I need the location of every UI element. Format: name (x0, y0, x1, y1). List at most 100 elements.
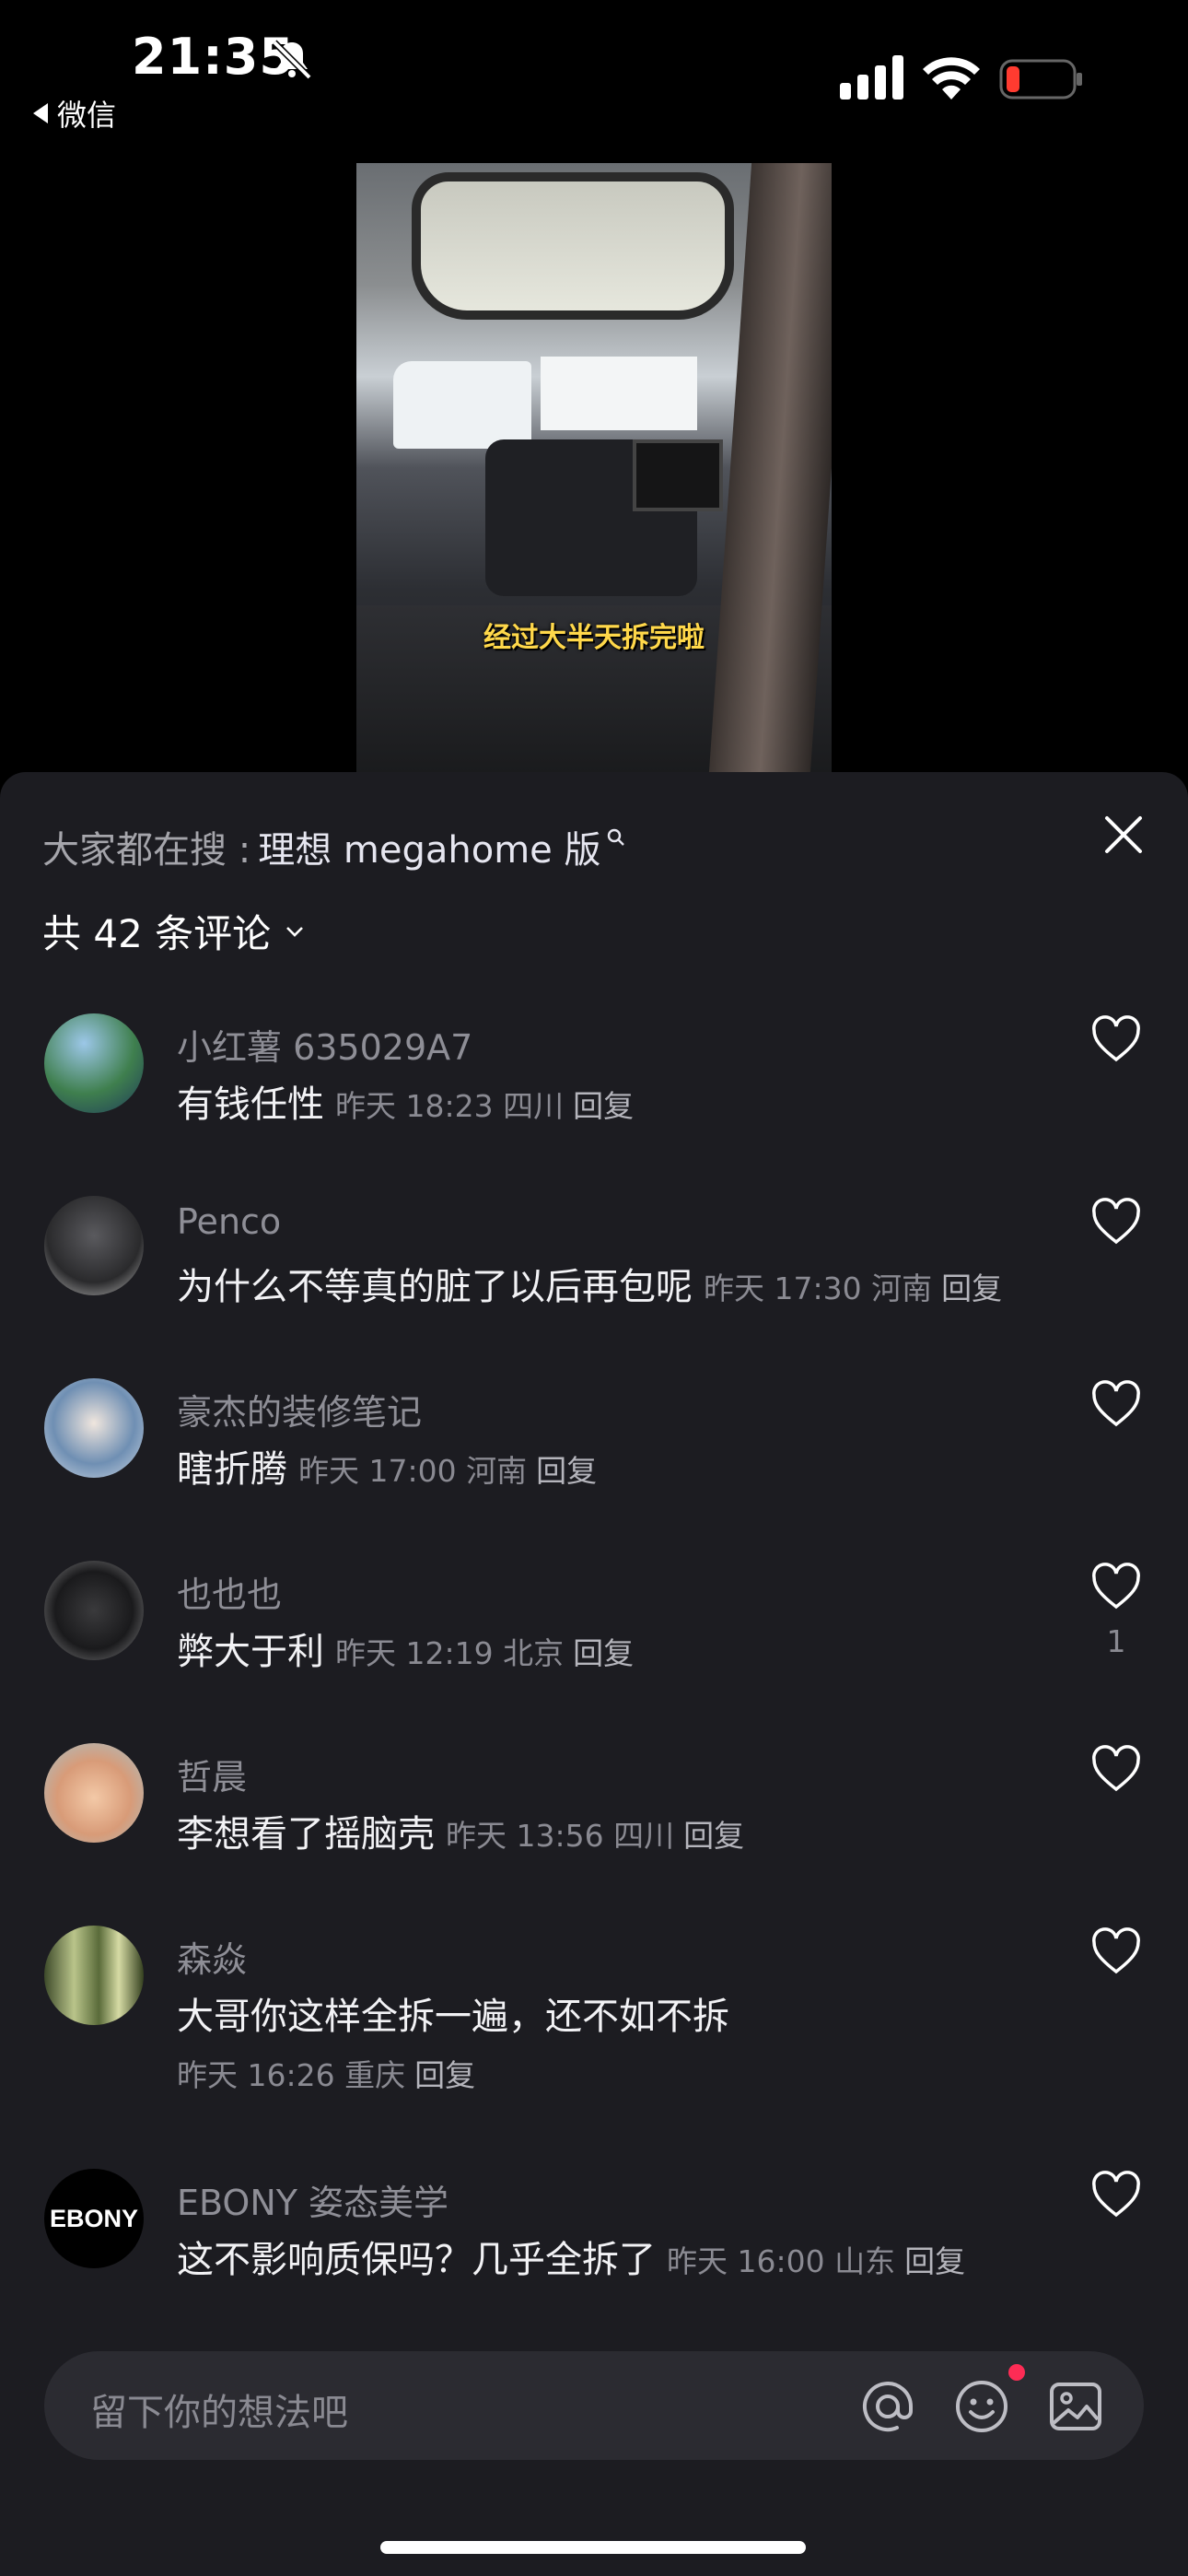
video-frame-detail (393, 361, 531, 449)
wifi-icon (923, 57, 980, 100)
comment-item: EBONY EBONY 姿态美学 这不影响质保吗？几乎全拆了 昨天 16:00 山… (0, 2169, 1188, 2316)
avatar[interactable] (44, 1378, 144, 1478)
back-arrow-icon (33, 103, 48, 123)
trending-search-keyword[interactable]: 理想 megahome 版 (258, 820, 600, 873)
comment-meta: 昨天 12:19 北京 回复 (335, 1635, 634, 1671)
comment-meta: 昨天 16:00 山东 回复 (667, 2243, 965, 2279)
comment-body: 有钱任性 (177, 1083, 324, 1126)
comment-body: 这不影响质保吗？几乎全拆了 (177, 2239, 656, 2281)
reply-button[interactable]: 回复 (904, 2243, 965, 2279)
close-icon[interactable] (1101, 813, 1146, 857)
comment-count: 共 42 条评论 (42, 911, 272, 956)
status-bar: 21:35 微信 (0, 0, 1188, 147)
comment-username[interactable]: Penco (177, 1201, 281, 1242)
comment-text: 弊大于利 昨天 12:19 北京 回复 (177, 1622, 634, 1675)
reply-button[interactable]: 回复 (683, 1818, 744, 1854)
comment-count-sort[interactable]: 共 42 条评论 (42, 903, 306, 959)
heart-icon[interactable] (1090, 1198, 1142, 1246)
comment-time: 昨天 17:00 (298, 1453, 457, 1489)
comment-time: 昨天 16:26 (177, 2057, 335, 2093)
comment-text: 为什么不等真的脏了以后再包呢 昨天 17:30 河南 回复 (177, 1257, 1002, 1310)
bell-slash-icon (272, 40, 312, 80)
battery-low-icon (999, 59, 1082, 100)
comment-time: 昨天 16:00 (667, 2243, 825, 2279)
comment-input-placeholder: 留下你的想法吧 (90, 2392, 348, 2434)
comment-time: 昨天 12:19 (335, 1635, 494, 1671)
comment-item: 也也也 弊大于利 昨天 12:19 北京 回复 1 (0, 1561, 1188, 1708)
emoji-icon[interactable] (954, 2379, 1009, 2434)
comment-region: 北京 (503, 1635, 565, 1671)
heart-icon[interactable] (1090, 1015, 1142, 1063)
reply-button[interactable]: 回复 (573, 1088, 634, 1124)
image-icon[interactable] (1048, 2379, 1103, 2434)
heart-icon[interactable] (1090, 1380, 1142, 1428)
reply-button[interactable]: 回复 (573, 1635, 634, 1671)
comment-region: 河南 (466, 1453, 528, 1489)
comment-input[interactable]: 留下你的想法吧 (44, 2351, 1144, 2460)
video-caption: 经过大半天拆完啦 (483, 622, 705, 654)
video-frame-detail (412, 172, 734, 320)
comment-item: 哲晨 李想看了摇脑壳 昨天 13:56 四川 回复 (0, 1743, 1188, 1891)
comment-time: 昨天 13:56 (446, 1818, 604, 1854)
back-app-label: 微信 (57, 98, 117, 133)
comment-text: 有钱任性 昨天 18:23 四川 回复 (177, 1074, 634, 1128)
avatar[interactable] (44, 1743, 144, 1843)
heart-icon[interactable] (1090, 1563, 1142, 1610)
heart-icon[interactable] (1090, 2171, 1142, 2219)
comment-item: 森焱 大哥你这样全拆一遍，还不如不拆 昨天 16:26 重庆 回复 (0, 1926, 1188, 2137)
comment-meta: 昨天 17:30 河南 回复 (704, 1270, 1002, 1306)
chevron-down-icon (286, 926, 304, 937)
back-to-app-button[interactable]: 微信 (33, 92, 116, 135)
comment-time: 昨天 17:30 (704, 1270, 862, 1306)
comment-username[interactable]: 豪杰的装修笔记 (177, 1384, 422, 1434)
comment-meta: 昨天 18:23 四川 回复 (335, 1088, 634, 1124)
comment-sheet: 大家都在搜 : 理想 megahome 版 共 42 条评论 小红薯 63502… (0, 772, 1188, 2576)
comment-username[interactable]: EBONY 姿态美学 (177, 2174, 448, 2225)
like-count: 1 (1106, 1623, 1126, 1659)
comment-body: 大哥你这样全拆一遍，还不如不拆 (177, 1996, 729, 2038)
comment-region: 山东 (834, 2243, 896, 2279)
avatar[interactable] (44, 1561, 144, 1660)
comment-item: 豪杰的装修笔记 瞎折腾 昨天 17:00 河南 回复 (0, 1378, 1188, 1526)
comment-text: 李想看了摇脑壳 昨天 13:56 四川 回复 (177, 1804, 744, 1857)
comment-username[interactable]: 小红薯 635029A7 (177, 1019, 472, 1070)
heart-icon[interactable] (1090, 1927, 1142, 1975)
avatar[interactable] (44, 1926, 144, 2025)
avatar[interactable] (44, 1013, 144, 1113)
comment-body: 为什么不等真的脏了以后再包呢 (177, 1266, 693, 1308)
signal-icon (840, 55, 903, 100)
notification-dot (1008, 2364, 1025, 2381)
avatar[interactable]: EBONY (44, 2169, 144, 2268)
comment-text: 这不影响质保吗？几乎全拆了 昨天 16:00 山东 回复 (177, 2230, 965, 2283)
comment-username[interactable]: 森焱 (177, 1931, 247, 1982)
comment-item: 小红薯 635029A7 有钱任性 昨天 18:23 四川 回复 (0, 1013, 1188, 1161)
comment-time: 昨天 18:23 (335, 1088, 494, 1124)
comment-username[interactable]: 哲晨 (177, 1749, 247, 1799)
comment-region: 四川 (613, 1818, 675, 1854)
comment-meta: 昨天 13:56 四川 回复 (446, 1818, 744, 1854)
comment-meta: 昨天 17:00 河南 回复 (298, 1453, 597, 1489)
trending-search[interactable]: 大家都在搜 : 理想 megahome 版 (42, 820, 625, 873)
video-player[interactable]: 经过大半天拆完啦 (356, 163, 832, 773)
heart-icon[interactable] (1090, 1745, 1142, 1793)
video-frame-detail (541, 357, 697, 430)
reply-button[interactable]: 回复 (536, 1453, 597, 1489)
trending-search-label: 大家都在搜 : (42, 829, 251, 872)
comment-username[interactable]: 也也也 (177, 1566, 282, 1617)
search-icon (607, 828, 624, 846)
reply-button[interactable]: 回复 (941, 1270, 1002, 1306)
comment-body: 瞎折腾 (177, 1448, 287, 1491)
at-icon[interactable] (860, 2379, 915, 2434)
comment-region: 河南 (871, 1270, 933, 1306)
comment-body: 弊大于利 (177, 1631, 324, 1673)
reply-button[interactable]: 回复 (414, 2057, 475, 2093)
video-frame-detail (633, 439, 723, 511)
comment-region: 重庆 (344, 2057, 406, 2093)
comment-text: 瞎折腾 昨天 17:00 河南 回复 (177, 1439, 597, 1493)
home-indicator[interactable] (380, 2541, 806, 2554)
comment-body: 李想看了摇脑壳 (177, 1813, 435, 1856)
avatar-logo-text: EBONY (49, 2204, 139, 2232)
avatar[interactable] (44, 1196, 144, 1295)
comment-meta: 昨天 16:26 重庆 回复 (177, 2051, 475, 2095)
comment-region: 四川 (503, 1088, 565, 1124)
